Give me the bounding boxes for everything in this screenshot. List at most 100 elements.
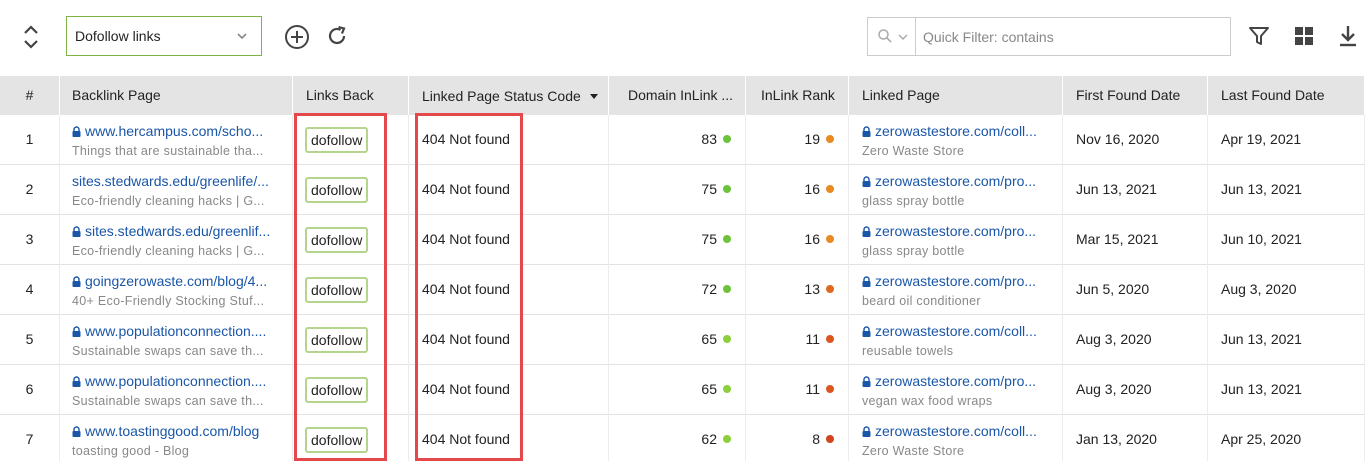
backlink-url: sites.stedwards.edu/greenlife/... (72, 173, 269, 189)
table-row[interactable]: 5 www.populationconnection.... Sustainable… (0, 315, 1365, 365)
dofollow-badge[interactable]: dofollow (305, 127, 369, 153)
dofollow-badge[interactable]: dofollow (305, 327, 369, 353)
quick-filter-input[interactable] (917, 18, 1229, 55)
filter-icon[interactable] (1248, 25, 1270, 47)
rank-indicator-dot (826, 135, 834, 143)
status-code-cell: 404 Not found (409, 265, 609, 315)
linked-page-link[interactable]: zerowastestore.com/pro... (862, 223, 1057, 239)
expand-collapse-icon[interactable] (20, 22, 42, 52)
linked-page-title: Zero Waste Store (862, 144, 965, 158)
backlink-page-cell: www.toastinggood.com/blog toasting good -… (60, 415, 293, 461)
links-back-cell: dofollow (293, 265, 409, 315)
col-header-backlink-page[interactable]: Backlink Page (60, 76, 293, 115)
last-found-date: Jun 10, 2021 (1221, 231, 1302, 247)
last-found-cell: Apr 19, 2021 (1208, 115, 1365, 165)
dofollow-badge[interactable]: dofollow (305, 427, 369, 453)
grid-view-icon[interactable] (1294, 26, 1314, 46)
lock-icon (72, 324, 81, 337)
linked-page-title: Zero Waste Store (862, 444, 965, 458)
refresh-icon[interactable] (325, 24, 349, 48)
linked-page-title: glass spray bottle (862, 244, 965, 258)
links-back-cell: dofollow (293, 165, 409, 215)
backlink-title: toasting good - Blog (72, 444, 190, 458)
backlink-url-link[interactable]: www.hercampus.com/scho... (72, 123, 282, 139)
link-filter-value: Dofollow links (75, 28, 161, 44)
linked-page-link[interactable]: zerowastestore.com/pro... (862, 373, 1057, 389)
lock-icon (862, 324, 871, 337)
status-code-cell: 404 Not found (409, 165, 609, 215)
linked-page-cell: zerowastestore.com/coll... reusable towel… (849, 315, 1063, 365)
backlink-url: goingzerowaste.com/blog/4... (85, 273, 268, 289)
linked-page-cell: zerowastestore.com/pro... glass spray bot… (849, 165, 1063, 215)
table-row[interactable]: 3 sites.stedwards.edu/greenlif... Eco-frie… (0, 215, 1365, 265)
first-found-cell: Jun 5, 2020 (1063, 265, 1208, 315)
table-row[interactable]: 1 www.hercampus.com/scho... Things that ar… (0, 115, 1365, 165)
inlink-rank-value: 11 (805, 315, 834, 364)
links-back-cell: dofollow (293, 315, 409, 365)
table-row[interactable]: 7 www.toastinggood.com/blog toasting good … (0, 415, 1365, 461)
linked-page-link[interactable]: zerowastestore.com/coll... (862, 423, 1057, 439)
table-row[interactable]: 6 www.populationconnection.... Sustainable… (0, 365, 1365, 415)
backlink-page-cell: www.hercampus.com/scho... Things that are… (60, 115, 293, 165)
linked-page-link[interactable]: zerowastestore.com/pro... (862, 273, 1057, 289)
inlink-rank-value: 16 (804, 215, 834, 264)
domain-inlink-value: 65 (701, 365, 731, 414)
last-found-date: Aug 3, 2020 (1221, 281, 1297, 297)
rank-indicator-dot (826, 385, 834, 393)
table-row[interactable]: 4 goingzerowaste.com/blog/4... 40+ Eco-Fri… (0, 265, 1365, 315)
lock-icon (862, 224, 871, 237)
dofollow-badge[interactable]: dofollow (305, 377, 369, 403)
add-circle-icon[interactable] (284, 24, 310, 50)
rank-indicator-dot (826, 285, 834, 293)
backlink-url-link[interactable]: sites.stedwards.edu/greenlife/... (72, 173, 282, 189)
domain-inlink-number: 72 (701, 281, 717, 297)
col-header-domain-inlink[interactable]: Domain InLink ... (609, 76, 746, 115)
table-row[interactable]: 2 sites.stedwards.edu/greenlife/... Eco-fr… (0, 165, 1365, 215)
backlink-title: Things that are sustainable tha... (72, 144, 264, 158)
first-found-cell: Aug 3, 2020 (1063, 315, 1208, 365)
dofollow-badge[interactable]: dofollow (305, 177, 369, 203)
rank-indicator-dot (723, 335, 731, 343)
lock-icon (862, 374, 871, 387)
download-icon[interactable] (1338, 24, 1358, 48)
backlink-url-link[interactable]: goingzerowaste.com/blog/4... (72, 273, 282, 289)
backlink-url: www.toastinggood.com/blog (85, 423, 260, 439)
linked-page-cell: zerowastestore.com/pro... glass spray bot… (849, 215, 1063, 265)
linked-page-url: zerowastestore.com/coll... (875, 423, 1037, 439)
lock-icon (72, 224, 81, 237)
dofollow-badge[interactable]: dofollow (305, 277, 369, 303)
backlink-url-link[interactable]: www.populationconnection.... (72, 323, 282, 339)
linked-page-title: vegan wax food wraps (862, 394, 993, 408)
backlink-page-cell: goingzerowaste.com/blog/4... 40+ Eco-Frie… (60, 265, 293, 315)
backlink-url-link[interactable]: www.toastinggood.com/blog (72, 423, 282, 439)
linked-page-link[interactable]: zerowastestore.com/coll... (862, 123, 1057, 139)
inlink-rank-number: 16 (804, 181, 820, 197)
domain-inlink-cell: 65 (609, 365, 746, 415)
linked-page-title: glass spray bottle (862, 194, 965, 208)
col-header-linked-page[interactable]: Linked Page (849, 76, 1063, 115)
first-found-cell: Aug 3, 2020 (1063, 365, 1208, 415)
col-header-first-found[interactable]: First Found Date (1063, 76, 1208, 115)
search-mode-dropdown[interactable] (868, 18, 916, 55)
linked-page-link[interactable]: zerowastestore.com/pro... (862, 173, 1057, 189)
search-icon (877, 28, 893, 47)
col-header-last-found[interactable]: Last Found Date (1208, 76, 1365, 115)
link-filter-select[interactable]: Dofollow links (66, 16, 262, 56)
col-header-status-code[interactable]: Linked Page Status Code (409, 76, 609, 115)
rank-indicator-dot (826, 235, 834, 243)
last-found-date: Jun 13, 2021 (1221, 181, 1302, 197)
backlink-url-link[interactable]: sites.stedwards.edu/greenlif... (72, 223, 282, 239)
backlink-url-link[interactable]: www.populationconnection.... (72, 373, 282, 389)
col-header-links-back[interactable]: Links Back (293, 76, 409, 115)
col-header-inlink-rank[interactable]: InLink Rank (746, 76, 849, 115)
col-header-index[interactable]: # (0, 76, 60, 115)
first-found-cell: Jun 13, 2021 (1063, 165, 1208, 215)
first-found-cell: Nov 16, 2020 (1063, 115, 1208, 165)
lock-icon (862, 124, 871, 137)
domain-inlink-value: 83 (701, 115, 731, 164)
first-found-date: Jun 5, 2020 (1076, 281, 1150, 297)
lock-icon (862, 424, 871, 437)
linked-page-link[interactable]: zerowastestore.com/coll... (862, 323, 1057, 339)
status-code-cell: 404 Not found (409, 215, 609, 265)
dofollow-badge[interactable]: dofollow (305, 227, 369, 253)
